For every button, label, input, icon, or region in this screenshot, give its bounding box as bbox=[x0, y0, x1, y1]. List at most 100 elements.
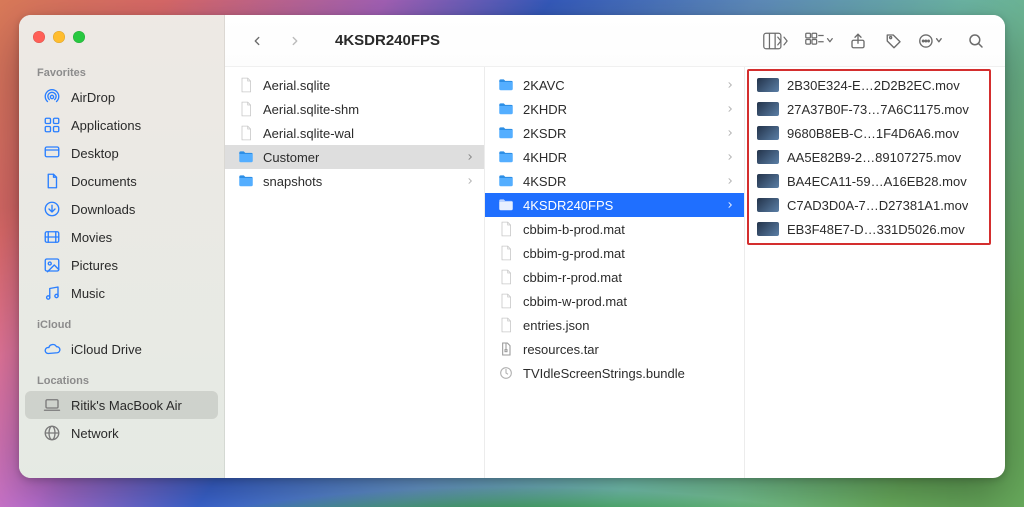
list-item[interactable]: cbbim-w-prod.mat bbox=[485, 289, 744, 313]
forward-button[interactable] bbox=[281, 27, 309, 55]
list-item[interactable]: BA4ECA11-59…A16EB28.mov bbox=[745, 169, 1005, 193]
toolbar: 4KSDR240FPS bbox=[225, 15, 1005, 67]
list-item[interactable]: cbbim-g-prod.mat bbox=[485, 241, 744, 265]
list-item[interactable]: 4KHDR bbox=[485, 145, 744, 169]
minimize-button[interactable] bbox=[53, 31, 65, 43]
list-item[interactable]: TVIdleScreenStrings.bundle bbox=[485, 361, 744, 385]
list-item[interactable]: 4KSDR240FPS bbox=[485, 193, 744, 217]
sidebar-item-label: Music bbox=[71, 286, 105, 301]
list-item[interactable]: Customer bbox=[225, 145, 484, 169]
list-item[interactable]: 2KHDR bbox=[485, 97, 744, 121]
sidebar-section-locations: Locations bbox=[19, 371, 224, 391]
list-item[interactable]: Aerial.sqlite-wal bbox=[225, 121, 484, 145]
folder-icon bbox=[497, 148, 515, 166]
column-1[interactable]: Aerial.sqlite Aerial.sqlite-shm Aerial.sql… bbox=[225, 67, 485, 478]
file-icon bbox=[237, 124, 255, 142]
file-name: 4KSDR bbox=[523, 174, 566, 189]
list-item[interactable]: 9680B8EB-C…1F4D6A6.mov bbox=[745, 121, 1005, 145]
list-item[interactable]: AA5E82B9-2…89107275.mov bbox=[745, 145, 1005, 169]
picture-icon bbox=[43, 256, 61, 274]
sidebar-item-applications[interactable]: Applications bbox=[25, 111, 218, 139]
sidebar-item-label: Movies bbox=[71, 230, 112, 245]
file-name: 2B30E324-E…2D2B2EC.mov bbox=[787, 78, 960, 93]
sidebar-item-downloads[interactable]: Downloads bbox=[25, 195, 218, 223]
group-by-button[interactable] bbox=[805, 27, 833, 55]
list-item[interactable]: EB3F48E7-D…331D5026.mov bbox=[745, 217, 1005, 241]
close-button[interactable] bbox=[33, 31, 45, 43]
list-item[interactable]: C7AD3D0A-7…D27381A1.mov bbox=[745, 193, 1005, 217]
list-item[interactable]: Aerial.sqlite-shm bbox=[225, 97, 484, 121]
file-name: Aerial.sqlite-wal bbox=[263, 126, 354, 141]
sidebar-item-label: Pictures bbox=[71, 258, 118, 273]
video-thumbnail-icon bbox=[757, 102, 779, 116]
sidebar-item-movies[interactable]: Movies bbox=[25, 223, 218, 251]
document-icon bbox=[43, 172, 61, 190]
sidebar-item-network[interactable]: Network bbox=[25, 419, 218, 447]
file-name: TVIdleScreenStrings.bundle bbox=[523, 366, 685, 381]
list-item[interactable]: 4KSDR bbox=[485, 169, 744, 193]
movie-icon bbox=[43, 228, 61, 246]
sidebar-item-airdrop[interactable]: AirDrop bbox=[25, 83, 218, 111]
list-item[interactable]: resources.tar bbox=[485, 337, 744, 361]
video-thumbnail-icon bbox=[757, 222, 779, 236]
folder-icon bbox=[497, 124, 515, 142]
view-columns-button[interactable] bbox=[763, 27, 791, 55]
finder-window: Favorites AirDrop Applications Desktop Docu… bbox=[19, 15, 1005, 478]
chevron-right-icon bbox=[466, 152, 474, 162]
chevron-right-icon bbox=[726, 80, 734, 90]
list-item[interactable]: snapshots bbox=[225, 169, 484, 193]
more-button[interactable] bbox=[919, 27, 945, 55]
file-name: cbbim-g-prod.mat bbox=[523, 246, 625, 261]
sidebar-item-music[interactable]: Music bbox=[25, 279, 218, 307]
list-item[interactable]: 27A37B0F-73…7A6C1175.mov bbox=[745, 97, 1005, 121]
chevron-right-icon bbox=[466, 176, 474, 186]
list-item[interactable]: Aerial.sqlite bbox=[225, 73, 484, 97]
list-item[interactable]: 2B30E324-E…2D2B2EC.mov bbox=[745, 73, 1005, 97]
file-icon bbox=[497, 292, 515, 310]
window-controls bbox=[19, 25, 224, 55]
list-item[interactable]: 2KAVC bbox=[485, 73, 744, 97]
sidebar-item-documents[interactable]: Documents bbox=[25, 167, 218, 195]
airdrop-icon bbox=[43, 88, 61, 106]
sidebar-item-pictures[interactable]: Pictures bbox=[25, 251, 218, 279]
file-name: resources.tar bbox=[523, 342, 599, 357]
archive-icon bbox=[497, 340, 515, 358]
file-name: 27A37B0F-73…7A6C1175.mov bbox=[787, 102, 969, 117]
list-item[interactable]: 2KSDR bbox=[485, 121, 744, 145]
sidebar-item-label: Documents bbox=[71, 174, 137, 189]
list-item[interactable]: cbbim-r-prod.mat bbox=[485, 265, 744, 289]
video-thumbnail-icon bbox=[757, 150, 779, 164]
tags-button[interactable] bbox=[883, 27, 905, 55]
list-item[interactable]: entries.json bbox=[485, 313, 744, 337]
sidebar-item-desktop[interactable]: Desktop bbox=[25, 139, 218, 167]
sidebar-item-label: iCloud Drive bbox=[71, 342, 142, 357]
sidebar-item-label: AirDrop bbox=[71, 90, 115, 105]
file-icon bbox=[497, 220, 515, 238]
sidebar-item-label: Network bbox=[71, 426, 119, 441]
chevron-right-icon bbox=[726, 176, 734, 186]
search-button[interactable] bbox=[965, 27, 987, 55]
bundle-icon bbox=[497, 364, 515, 382]
folder-icon bbox=[237, 148, 255, 166]
sidebar-item-icloud-drive[interactable]: iCloud Drive bbox=[25, 335, 218, 363]
video-thumbnail-icon bbox=[757, 78, 779, 92]
zoom-button[interactable] bbox=[73, 31, 85, 43]
sidebar-section-favorites: Favorites bbox=[19, 63, 224, 83]
sidebar-item-label: Applications bbox=[71, 118, 141, 133]
share-button[interactable] bbox=[847, 27, 869, 55]
sidebar-item-this-mac[interactable]: Ritik's MacBook Air bbox=[25, 391, 218, 419]
back-button[interactable] bbox=[243, 27, 271, 55]
column-2[interactable]: 2KAVC2KHDR2KSDR4KHDR4KSDR4KSDR240FPScbbi… bbox=[485, 67, 745, 478]
music-icon bbox=[43, 284, 61, 302]
file-icon bbox=[237, 76, 255, 94]
sidebar-section-icloud: iCloud bbox=[19, 315, 224, 335]
window-title: 4KSDR240FPS bbox=[335, 32, 440, 49]
video-thumbnail-icon bbox=[757, 174, 779, 188]
column-3[interactable]: 2B30E324-E…2D2B2EC.mov 27A37B0F-73…7A6C11… bbox=[745, 67, 1005, 478]
laptop-icon bbox=[43, 396, 61, 414]
file-name: Aerial.sqlite-shm bbox=[263, 102, 359, 117]
list-item[interactable]: cbbim-b-prod.mat bbox=[485, 217, 744, 241]
file-name: entries.json bbox=[523, 318, 589, 333]
sidebar: Favorites AirDrop Applications Desktop Docu… bbox=[19, 15, 225, 478]
file-name: C7AD3D0A-7…D27381A1.mov bbox=[787, 198, 968, 213]
